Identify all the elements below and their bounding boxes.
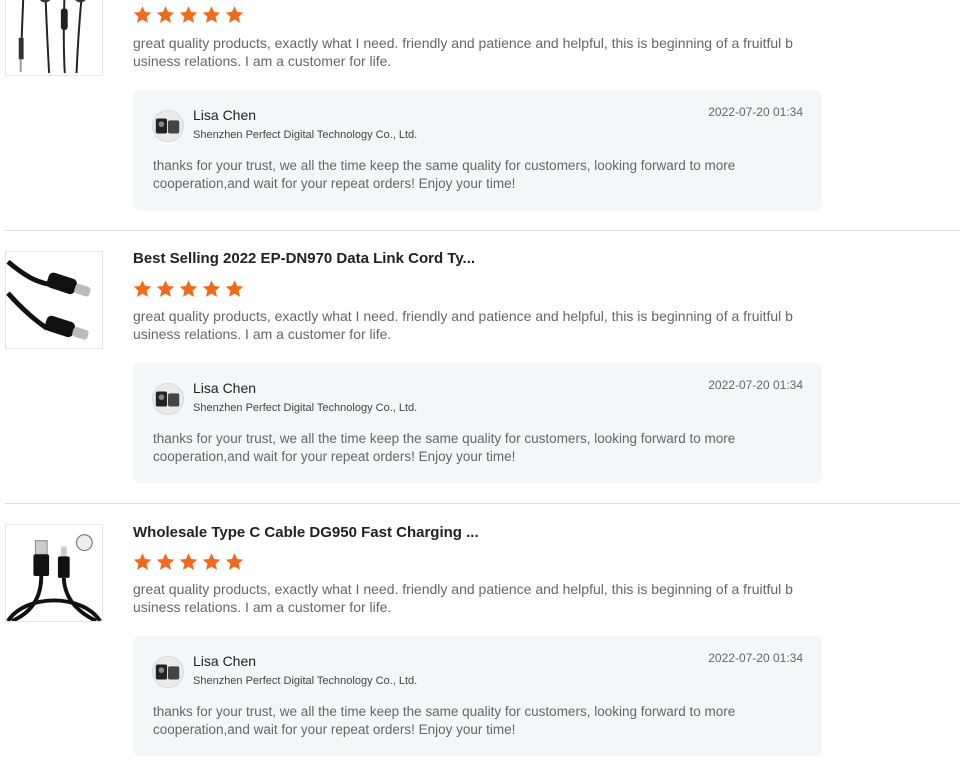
- seller-reply: Lisa Chen Shenzhen Perfect Digital Techn…: [133, 636, 822, 756]
- star-icon: [224, 279, 245, 299]
- review-comment: great quality products, exactly what I n…: [133, 35, 793, 69]
- reply-company: Shenzhen Perfect Digital Technology Co.,…: [193, 675, 418, 687]
- avatar: [152, 110, 184, 142]
- avatar: [152, 383, 184, 415]
- product-image[interactable]: [5, 251, 103, 349]
- review-item: Wholesale Type C Cable DG950 Fast Chargi…: [0, 524, 960, 772]
- star-icon: [132, 5, 153, 25]
- review-comment: great quality products, exactly what I n…: [133, 308, 793, 342]
- reply-author-name: Lisa Chen: [193, 107, 257, 123]
- star-icon: [178, 552, 199, 572]
- earphones-icon: [6, 0, 102, 75]
- star-icon: [178, 5, 199, 25]
- reply-company: Shenzhen Perfect Digital Technology Co.,…: [193, 129, 418, 141]
- star-icon: [132, 552, 153, 572]
- product-title[interactable]: Best Selling 2022 EP-DN970 Data Link Cor…: [133, 250, 475, 268]
- star-icon: [201, 279, 222, 299]
- star-icon: [155, 5, 176, 25]
- review-comment: great quality products, exactly what I n…: [133, 581, 793, 615]
- rating-stars: [132, 552, 245, 572]
- star-icon: [155, 552, 176, 572]
- reply-text: thanks for your trust, we all the time k…: [153, 158, 736, 191]
- product-title[interactable]: Wholesale Type C Cable DG950 Fast Chargi…: [133, 524, 479, 542]
- usb-c-cable-icon: [6, 252, 102, 348]
- seller-reply: Lisa Chen Shenzhen Perfect Digital Techn…: [133, 90, 822, 210]
- product-image[interactable]: [5, 0, 103, 76]
- reply-author-name: Lisa Chen: [193, 653, 257, 669]
- divider: [5, 230, 960, 231]
- seller-reply: Lisa Chen Shenzhen Perfect Digital Techn…: [133, 363, 822, 483]
- reply-date: 2022-07-20 01:34: [708, 105, 803, 119]
- reply-date: 2022-07-20 01:34: [708, 651, 803, 665]
- star-icon: [224, 5, 245, 25]
- divider: [5, 503, 960, 504]
- reply-company: Shenzhen Perfect Digital Technology Co.,…: [193, 402, 418, 414]
- star-icon: [201, 552, 222, 572]
- star-icon: [132, 279, 153, 299]
- star-icon: [178, 279, 199, 299]
- rating-stars: [132, 279, 245, 299]
- avatar: [152, 656, 184, 688]
- star-icon: [224, 552, 245, 572]
- rating-stars: [132, 5, 245, 25]
- usb-a-to-c-cable-icon: [6, 525, 102, 621]
- product-image[interactable]: [5, 524, 103, 622]
- star-icon: [201, 5, 222, 25]
- star-icon: [155, 279, 176, 299]
- avatar-image-icon: [153, 384, 183, 414]
- review-item: great quality products, exactly what I n…: [0, 0, 960, 228]
- avatar-image-icon: [153, 111, 183, 141]
- reply-author-name: Lisa Chen: [193, 380, 257, 396]
- reply-text: thanks for your trust, we all the time k…: [153, 704, 736, 737]
- review-item: Best Selling 2022 EP-DN970 Data Link Cor…: [0, 250, 960, 501]
- reply-text: thanks for your trust, we all the time k…: [153, 431, 736, 464]
- avatar-image-icon: [153, 657, 183, 687]
- reply-date: 2022-07-20 01:34: [708, 378, 803, 392]
